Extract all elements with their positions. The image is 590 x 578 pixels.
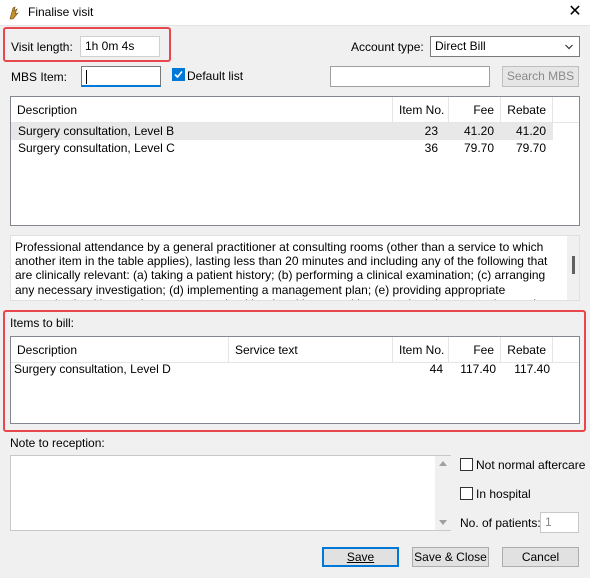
default-list-checkbox[interactable]	[172, 68, 185, 81]
note-to-reception-textarea[interactable]	[10, 455, 451, 531]
account-type-select[interactable]: Direct Bill	[430, 36, 580, 57]
no-of-patients-label: No. of patients:	[460, 516, 541, 530]
column-header-description[interactable]: Description	[11, 337, 229, 363]
row-rebate: 117.40	[514, 362, 550, 376]
bill-list-header: Description Service text Item No. Fee Re…	[11, 337, 579, 363]
app-logo-icon	[9, 6, 19, 20]
not-normal-aftercare-label: Not normal aftercare	[476, 458, 586, 472]
in-hospital-checkbox[interactable]	[460, 487, 473, 500]
table-row[interactable]: Surgery consultation, Level D 44 117.40 …	[11, 361, 553, 378]
column-header-rebate[interactable]: Rebate	[501, 337, 553, 363]
account-type-label: Account type:	[351, 40, 424, 54]
column-header-fee[interactable]: Fee	[449, 337, 501, 363]
row-description: Surgery consultation, Level D	[14, 362, 171, 376]
scroll-up-icon[interactable]	[439, 460, 447, 466]
visit-length-field[interactable]: 1h 0m 4s	[80, 36, 160, 57]
description-scrollbar[interactable]	[567, 236, 579, 300]
text-cursor	[86, 69, 87, 84]
title-bar: Finalise visit ✕	[0, 0, 590, 26]
close-icon[interactable]: ✕	[566, 3, 584, 21]
item-description-text: Professional attendance by a general pra…	[15, 240, 548, 300]
save-button[interactable]: Save	[322, 547, 399, 567]
row-rebate: 79.70	[515, 141, 546, 155]
not-normal-aftercare-checkbox[interactable]	[460, 458, 473, 471]
row-fee: 79.70	[463, 141, 494, 155]
column-header-rebate[interactable]: Rebate	[501, 97, 553, 123]
note-to-reception-label: Note to reception:	[10, 436, 105, 450]
mbs-search-input[interactable]	[330, 66, 490, 87]
column-header-service-text[interactable]: Service text	[229, 337, 393, 363]
no-of-patients-field[interactable]: 1	[540, 512, 579, 533]
column-header-item-no[interactable]: Item No.	[393, 97, 449, 123]
window-title: Finalise visit	[28, 5, 94, 19]
row-fee: 117.40	[460, 362, 496, 376]
row-description: Surgery consultation, Level C	[18, 141, 175, 155]
items-to-bill-list[interactable]: Description Service text Item No. Fee Re…	[10, 336, 580, 424]
checkmark-icon	[174, 70, 183, 79]
row-item-no: 36	[424, 141, 438, 155]
mbs-item-label: MBS Item:	[11, 70, 68, 84]
items-to-bill-label: Items to bill:	[10, 316, 75, 330]
search-mbs-button[interactable]: Search MBS	[502, 66, 579, 87]
column-header-item-no[interactable]: Item No.	[393, 337, 449, 363]
in-hospital-label: In hospital	[476, 487, 531, 501]
scroll-down-icon[interactable]	[439, 520, 447, 526]
item-description-box: Professional attendance by a general pra…	[10, 235, 580, 301]
table-row[interactable]: Surgery consultation, Level C 36 79.70 7…	[11, 140, 553, 157]
save-and-close-button[interactable]: Save & Close	[412, 547, 489, 567]
scrollbar-thumb[interactable]	[572, 256, 575, 274]
row-fee: 41.20	[463, 124, 494, 138]
note-scrollbar[interactable]	[435, 456, 451, 530]
mbs-items-list[interactable]: Description Item No. Fee Rebate Surgery …	[10, 96, 580, 226]
row-rebate: 41.20	[515, 124, 546, 138]
mbs-item-input[interactable]	[81, 66, 161, 87]
row-item-no: 44	[429, 362, 443, 376]
row-item-no: 23	[424, 124, 438, 138]
mbs-list-header: Description Item No. Fee Rebate	[11, 97, 579, 123]
table-row[interactable]: Surgery consultation, Level B 23 41.20 4…	[11, 123, 553, 140]
visit-length-label: Visit length:	[11, 40, 73, 54]
account-type-value: Direct Bill	[435, 39, 486, 53]
column-header-description[interactable]: Description	[11, 97, 393, 123]
chevron-down-icon	[565, 44, 573, 50]
column-header-fee[interactable]: Fee	[449, 97, 501, 123]
row-description: Surgery consultation, Level B	[18, 124, 175, 138]
cancel-button[interactable]: Cancel	[502, 547, 579, 567]
default-list-label: Default list	[187, 69, 244, 83]
